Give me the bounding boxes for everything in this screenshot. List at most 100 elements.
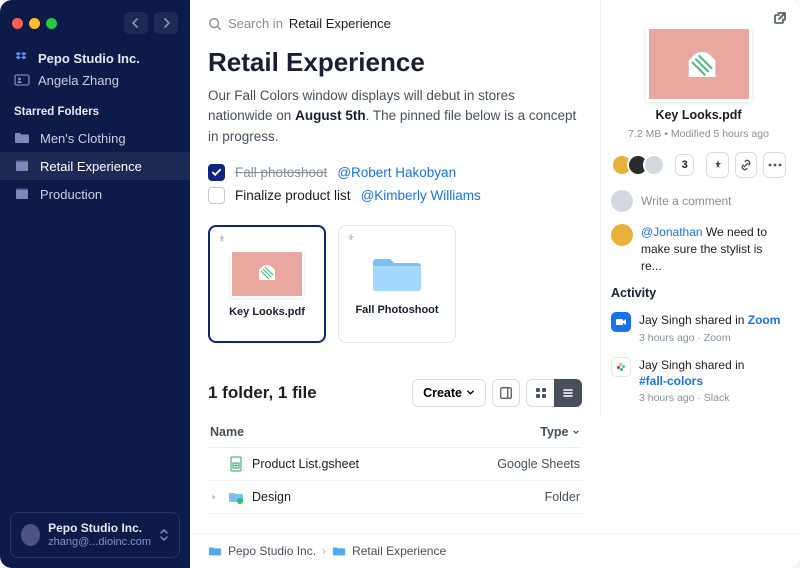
task-label: Finalize product list <box>235 188 351 203</box>
comment[interactable]: @Jonathan We need to make sure the styli… <box>611 224 786 274</box>
activity-meta: 3 hours ago · Slack <box>639 391 744 405</box>
task-row[interactable]: Finalize product list @Kimberly Williams <box>208 184 582 207</box>
avatar <box>611 224 633 246</box>
page-title: Retail Experience <box>208 47 582 78</box>
close-window-icon[interactable] <box>12 18 23 29</box>
avatar <box>643 154 665 176</box>
account-email: zhang@...dioinc.com <box>48 536 151 549</box>
pin-icon <box>216 233 228 245</box>
mention[interactable]: @Jonathan <box>641 225 703 239</box>
mention[interactable]: @Kimberly Williams <box>361 188 481 203</box>
comment-input[interactable]: Write a comment <box>611 190 786 212</box>
account-switcher[interactable]: Pepo Studio Inc. zhang@...dioinc.com <box>10 512 180 558</box>
tile-label: Key Looks.pdf <box>229 306 305 318</box>
layout-panel-button[interactable] <box>492 379 520 407</box>
activity-item[interactable]: Jay Singh shared in #fall-colors 3 hours… <box>611 357 786 406</box>
folder-icon <box>14 130 30 146</box>
window-controls <box>0 0 190 42</box>
more-button[interactable] <box>763 152 786 178</box>
breadcrumb-item[interactable]: Retail Experience <box>352 544 446 558</box>
folder-icon <box>369 252 425 296</box>
file-type: Folder <box>470 490 580 504</box>
sidebar-item-production[interactable]: Production <box>0 180 190 208</box>
box-icon <box>14 186 30 202</box>
checkbox-unchecked-icon[interactable] <box>208 187 225 204</box>
search-input[interactable]: Search in Retail Experience <box>208 12 582 47</box>
activity-heading: Activity <box>611 286 786 300</box>
sidebar: Pepo Studio Inc. Angela Zhang Starred Fo… <box>0 0 190 568</box>
activity-target[interactable]: #fall-colors <box>639 374 703 388</box>
avatar <box>611 190 633 212</box>
chevron-down-icon <box>572 428 580 436</box>
pinned-tile-folder[interactable]: Fall Photoshoot <box>338 225 456 343</box>
file-preview[interactable]: Key Looks.pdf 7.2 MB • Modified 5 hours … <box>611 26 786 140</box>
pin-icon <box>345 232 357 244</box>
grid-view-button[interactable] <box>526 379 554 407</box>
sidebar-item-label: Men's Clothing <box>40 131 126 146</box>
mention[interactable]: @Robert Hakobyan <box>337 165 456 180</box>
sidebar-item-label: Production <box>40 187 102 202</box>
tile-label: Fall Photoshoot <box>355 304 438 316</box>
activity-verb: shared in <box>695 313 748 327</box>
activity-who: Jay Singh <box>639 313 692 327</box>
chevron-updown-icon <box>159 528 169 542</box>
preview-thumbnail <box>646 26 752 102</box>
breadcrumb: Pepo Studio Inc. › Retail Experience <box>190 533 800 568</box>
list-summary: 1 folder, 1 file <box>208 383 317 403</box>
dropbox-icon <box>14 50 30 66</box>
file-name: Product List.gsheet <box>252 457 359 471</box>
pinned-tile-file[interactable]: Key Looks.pdf <box>208 225 326 343</box>
file-table: Name Type Product List.gsheet Google She… <box>208 417 582 514</box>
activity-verb: shared in <box>695 358 744 372</box>
search-prefix: Search in <box>228 16 283 31</box>
create-button[interactable]: Create <box>412 379 486 407</box>
col-header-type[interactable]: Type <box>470 425 580 439</box>
copy-link-button[interactable] <box>735 152 758 178</box>
account-org: Pepo Studio Inc. <box>48 521 151 535</box>
list-view-button[interactable] <box>554 379 582 407</box>
open-external-icon[interactable] <box>772 10 788 26</box>
folder-icon <box>208 544 222 558</box>
checkbox-checked-icon[interactable] <box>208 164 225 181</box>
shared-avatars[interactable] <box>611 154 665 176</box>
folder-shared-icon <box>228 489 244 505</box>
maximize-window-icon[interactable] <box>46 18 57 29</box>
activity-target[interactable]: Zoom <box>748 313 781 327</box>
box-icon <box>14 158 30 174</box>
sidebar-item-retail-experience[interactable]: Retail Experience <box>0 152 190 180</box>
activity-who: Jay Singh <box>639 358 692 372</box>
col-header-name[interactable]: Name <box>210 425 470 439</box>
details-pane: Key Looks.pdf 7.2 MB • Modified 5 hours … <box>600 0 800 417</box>
chevron-right-icon: › <box>322 544 326 558</box>
disclosure-icon[interactable] <box>210 493 220 501</box>
activity-item[interactable]: Jay Singh shared in Zoom 3 hours ago · Z… <box>611 312 786 344</box>
zoom-icon <box>611 312 631 332</box>
chevron-down-icon <box>466 388 475 397</box>
preview-filename: Key Looks.pdf <box>655 108 741 122</box>
nav-forward-button[interactable] <box>154 12 178 34</box>
avatar-overflow-count[interactable]: 3 <box>675 154 694 176</box>
minimize-window-icon[interactable] <box>29 18 40 29</box>
folder-icon <box>332 544 346 558</box>
activity-meta: 3 hours ago · Zoom <box>639 331 780 345</box>
sidebar-item-mens-clothing[interactable]: Men's Clothing <box>0 124 190 152</box>
main-content: Search in Retail Experience Retail Exper… <box>190 0 600 522</box>
view-toggle <box>526 379 582 407</box>
table-row[interactable]: Product List.gsheet Google Sheets <box>208 448 582 481</box>
workspace-switcher[interactable]: Pepo Studio Inc. <box>0 42 190 68</box>
page-description: Our Fall Colors window displays will deb… <box>208 86 582 147</box>
workspace-name: Pepo Studio Inc. <box>38 51 140 66</box>
task-row[interactable]: Fall photoshoot @Robert Hakobyan <box>208 161 582 184</box>
slack-icon <box>611 357 631 377</box>
comment-placeholder: Write a comment <box>641 194 786 208</box>
nav-back-button[interactable] <box>124 12 148 34</box>
gsheet-icon <box>228 456 244 472</box>
search-icon <box>208 17 222 31</box>
table-row[interactable]: Design Folder <box>208 481 582 514</box>
search-scope: Retail Experience <box>289 16 391 31</box>
sidebar-section-label: Starred Folders <box>0 100 190 124</box>
current-user[interactable]: Angela Zhang <box>0 68 190 100</box>
pin-button[interactable] <box>706 152 729 178</box>
user-card-icon <box>14 72 30 88</box>
breadcrumb-item[interactable]: Pepo Studio Inc. <box>228 544 316 558</box>
